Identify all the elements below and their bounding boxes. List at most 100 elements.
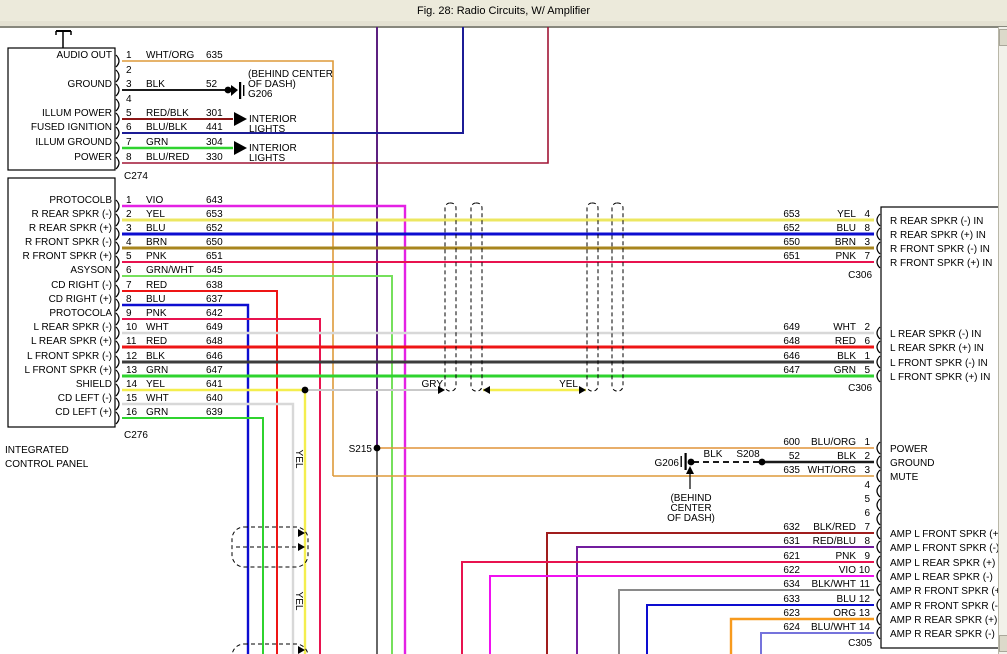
c305-pin-label: AMP R REAR SPKR (+)	[890, 615, 997, 626]
c306-pin-number: 5	[864, 365, 870, 376]
c305-circuit-number: 623	[783, 608, 800, 619]
splice-dot	[302, 387, 309, 394]
c276-wire-code: BLK	[146, 351, 165, 362]
splice-dot	[374, 445, 381, 452]
c276-wire-code: BLU	[146, 294, 165, 305]
wire-640-wht	[122, 404, 293, 654]
c274-circuit-number: 301	[206, 108, 223, 119]
c276-pin-label: PROTOCOLA	[49, 308, 112, 319]
c276-circuit-number: 640	[206, 393, 223, 404]
blk-wire-label: BLK	[704, 449, 723, 460]
c276-pin-number: 1	[126, 195, 132, 206]
c305-wire-code: BLU	[837, 594, 856, 605]
c276-wire-code: WHT	[146, 322, 169, 333]
c276-wire-code: PNK	[146, 308, 167, 319]
c306-pin-number: 4	[864, 209, 870, 220]
c276-circuit-number: 637	[206, 294, 223, 305]
c276-wire-code: RED	[146, 336, 167, 347]
c305-pin-number: 8	[864, 536, 870, 547]
c305-wire-code: BLK/WHT	[812, 579, 856, 590]
pin-bracket	[116, 398, 119, 410]
c305-wire-code: VIO	[839, 565, 856, 576]
c274-pin-number: 6	[126, 122, 132, 133]
c306-pin-number: 1	[864, 351, 870, 362]
c306-circuit-number: 653	[783, 209, 800, 220]
pin-bracket	[116, 270, 119, 282]
c276-wire-code: GRN	[146, 407, 168, 418]
pin-bracket	[877, 556, 880, 568]
c276-pin-label: SHIELD	[76, 379, 112, 390]
c306-circuit-number: 651	[783, 251, 800, 262]
c305-wire-code: RED/BLU	[813, 536, 856, 547]
c305-pin-number: 13	[859, 608, 871, 619]
c305-pin-label: MUTE	[890, 472, 919, 483]
c305-pin-label: AMP L FRONT SPKR (-)	[890, 543, 999, 554]
c274-wire-code: WHT/ORG	[146, 50, 195, 61]
pin-bracket	[877, 341, 880, 353]
c274-pin-label: ILLUM GROUND	[35, 137, 112, 148]
wire-632-blkred	[547, 533, 874, 654]
pin-bracket	[116, 99, 119, 111]
pin-bracket	[877, 356, 880, 368]
splice-dot	[688, 459, 695, 466]
c274-wire-code: BLU/RED	[146, 152, 189, 163]
g206-ground-arrow	[231, 85, 238, 96]
c305-circuit-number: 634	[783, 579, 800, 590]
c276-circuit-number: 642	[206, 308, 223, 319]
c306-circuit-number: 649	[783, 322, 800, 333]
c305-wire-code: ORG	[833, 608, 856, 619]
scrollbar-up-button[interactable]	[999, 29, 1007, 46]
connector-label-c306: C306	[848, 383, 872, 394]
c276-circuit-number: 648	[206, 336, 223, 347]
c306-pin-label: L FRONT SPKR (-) IN	[890, 358, 988, 369]
c306-wire-code: PNK	[835, 251, 856, 262]
c274-wire-code: GRN	[146, 137, 168, 148]
c276-pin-number: 12	[126, 351, 138, 362]
c274-pin-number: 3	[126, 79, 132, 90]
c274-circuit-number: 635	[206, 50, 223, 61]
c276-pin-number: 11	[126, 336, 137, 347]
pin-bracket	[877, 613, 880, 625]
c305-circuit-number: 635	[783, 465, 800, 476]
g206-location-note: OF DASH)	[667, 513, 715, 524]
c305-circuit-number: 632	[783, 522, 800, 533]
pin-bracket	[877, 599, 880, 611]
g206-label: G206	[655, 458, 680, 469]
pin-bracket	[877, 499, 880, 511]
c306-wire-code: GRN	[834, 365, 856, 376]
c305-pin-number: 11	[860, 579, 871, 590]
c276-wire-code: YEL	[146, 209, 165, 220]
c276-circuit-number: 650	[206, 237, 223, 248]
connector-label-c276: C276	[124, 430, 148, 441]
c276-pin-label: R REAR SPKR (+)	[29, 223, 112, 234]
c305-circuit-number: 624	[783, 622, 800, 633]
c306-pin-number: 7	[864, 251, 870, 262]
c305-circuit-number: 622	[783, 565, 800, 576]
c306-wire-code: WHT	[833, 322, 856, 333]
c276-pin-label: L REAR SPKR (-)	[33, 322, 112, 333]
scrollbar-corner-button[interactable]	[999, 635, 1007, 652]
pin-bracket	[877, 456, 880, 468]
c305-pin-label: AMP R FRONT SPKR (+)	[890, 586, 1004, 597]
vertical-scrollbar[interactable]	[998, 27, 1007, 654]
pin-bracket	[116, 285, 119, 297]
c306-pin-label: R FRONT SPKR (+) IN	[890, 258, 992, 269]
c306-circuit-number: 652	[783, 223, 800, 234]
c274-pin-label: GROUND	[68, 79, 112, 90]
interior-lights-label: LIGHTS	[249, 153, 285, 164]
c274-pin-number: 8	[126, 152, 132, 163]
c276-circuit-number: 643	[206, 195, 223, 206]
c274-wire-code: RED/BLK	[146, 108, 189, 119]
c305-pin-label: AMP R REAR SPKR (-)	[890, 629, 995, 640]
pin-bracket	[877, 214, 880, 226]
c306-pin-label: R FRONT SPKR (-) IN	[890, 244, 990, 255]
gry-wire-label: GRY	[422, 379, 444, 390]
c276-pin-number: 2	[126, 209, 132, 220]
g206-ground-bar	[239, 82, 241, 99]
c305-pin-number: 2	[864, 451, 870, 462]
c276-pin-label: ASYSON	[70, 265, 112, 276]
c305-pin-number: 3	[864, 465, 870, 476]
c276-pin-number: 8	[126, 294, 132, 305]
c276-pin-number: 3	[126, 223, 132, 234]
c276-pin-number: 14	[126, 379, 138, 390]
